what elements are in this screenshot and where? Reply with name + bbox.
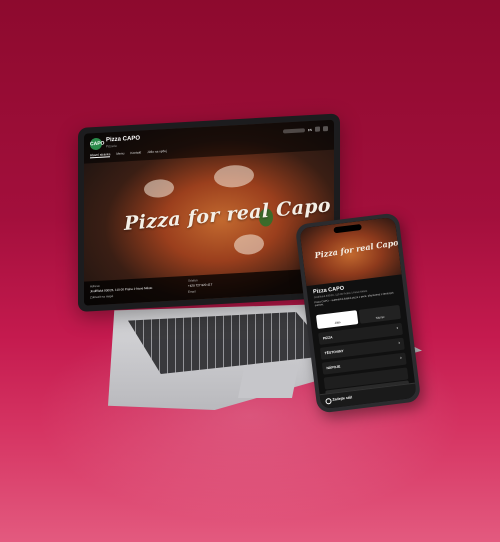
category-label: TĚSTOVINY: [324, 349, 344, 356]
chevron-right-icon: ›: [396, 325, 399, 332]
laptop-screen: CAPO Pizza CAPO Pizzeria Hlavní stránka …: [84, 119, 334, 306]
menu-icon[interactable]: [323, 126, 328, 132]
search-pill[interactable]: [282, 127, 305, 134]
pizza-cheese: [214, 164, 254, 189]
phone-screen: Pizza for real Capo Pizza CAPO Jindřišsk…: [299, 216, 417, 410]
category-label: PIZZA: [322, 335, 333, 341]
smartphone: Pizza for real Capo Pizza CAPO Jindřišsk…: [294, 212, 422, 414]
phone-number[interactable]: +420 727 920 417: [188, 282, 212, 287]
nav-item-contact[interactable]: Kontakt: [130, 150, 141, 156]
laptop-lid: CAPO Pizza CAPO Pizzeria Hlavní stránka …: [78, 113, 340, 312]
site-nav: Hlavní stránka Menu Kontakt Jídlo na výd…: [90, 149, 167, 159]
site-footer: Adresa Jindřišská 930/26, 110 00 Praha 1…: [84, 267, 334, 306]
nav-item-menu[interactable]: Menu: [116, 151, 124, 156]
language-switch[interactable]: EN: [308, 127, 312, 131]
table-icon: [325, 397, 332, 405]
tab-drinks[interactable]: Nápoje: [358, 304, 402, 324]
capo-logo-icon[interactable]: CAPO: [90, 137, 104, 151]
tab-food[interactable]: Jídlo: [315, 310, 359, 330]
chevron-right-icon: ›: [399, 355, 403, 362]
laptop-trackpad: [238, 368, 298, 398]
map-link[interactable]: Zobrazit na mapě: [90, 294, 113, 299]
phone-label: Telefon: [188, 278, 198, 283]
nav-item-home[interactable]: Hlavní stránka: [90, 152, 111, 159]
address-label: Adresa: [90, 283, 100, 289]
header-tools: EN: [282, 126, 328, 134]
pizza-cheese: [144, 178, 174, 199]
site-header: CAPO Pizza CAPO Pizzeria Hlavní stránka …: [84, 119, 334, 164]
site-brand: Pizza CAPO: [106, 135, 141, 144]
category-label: NÁPOJE: [326, 364, 341, 371]
nav-item-takeaway[interactable]: Jídlo na výdej: [147, 149, 167, 155]
pizza-cheese: [234, 233, 264, 256]
table-entry-label: Zadejte stůl: [332, 395, 353, 402]
chevron-right-icon: ›: [397, 340, 401, 347]
email-link[interactable]: Email: [188, 289, 196, 293]
site-tagline: Pizzeria: [106, 143, 117, 149]
share-icon[interactable]: [315, 126, 320, 132]
phone-hero-title: Pizza for real Capo: [313, 237, 400, 261]
